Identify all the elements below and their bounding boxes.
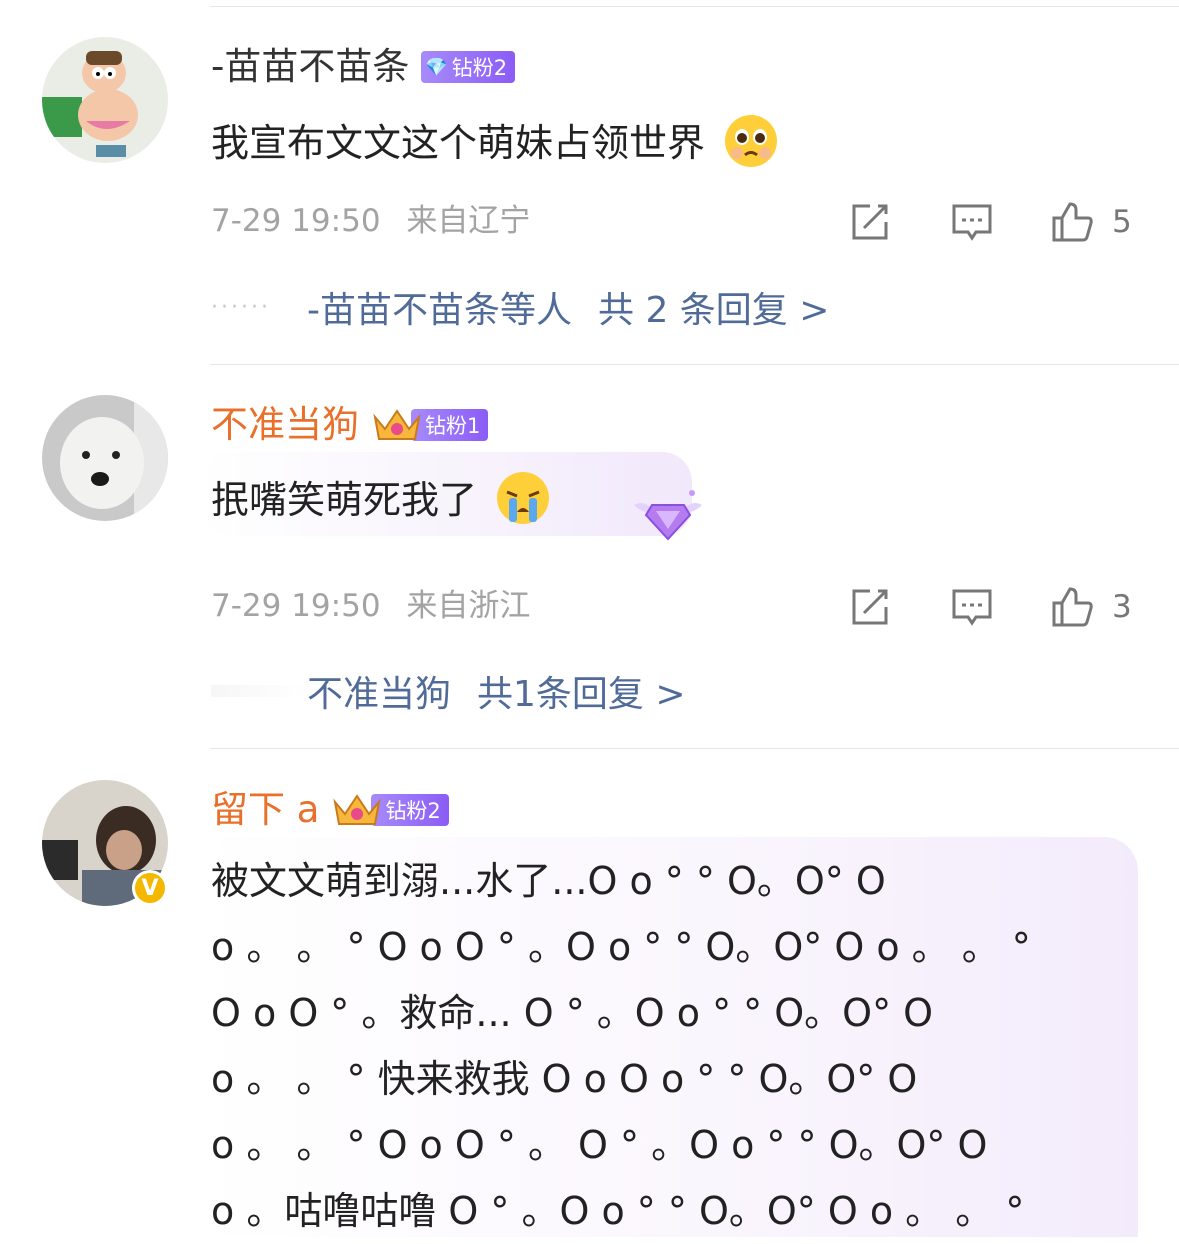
like-button[interactable]: 3 (1050, 583, 1132, 631)
share-edit-icon (852, 589, 888, 625)
thumbs-up-icon (1052, 202, 1093, 242)
reply-from[interactable]: -苗苗不苗条等人 (307, 281, 572, 333)
comment-meta: 7-29 19:50 来自辽宁 (211, 201, 530, 241)
reply-from[interactable]: 不准当狗 (307, 665, 451, 717)
timestamp: 7-29 19:50 (211, 203, 381, 239)
diamond-wing-decoration (630, 485, 706, 549)
avatar[interactable] (42, 37, 168, 163)
reply-fade-bar (211, 685, 307, 697)
comment-divider (210, 748, 1179, 749)
username[interactable]: 不准当狗 (211, 403, 359, 447)
comment-text-content: 抿嘴笑萌死我了 (211, 478, 478, 522)
thumbs-up-icon (1052, 587, 1093, 627)
repost-button[interactable] (848, 198, 892, 246)
reply-total-link[interactable]: 共 2 条回复 > (598, 281, 829, 333)
comment-divider (210, 364, 1179, 365)
reply-summary[interactable]: ······ -苗苗不苗条等人 共 2 条回复 > (211, 282, 829, 332)
pleading-face-icon (723, 113, 779, 178)
repost-button[interactable] (848, 583, 892, 631)
verified-badge: V (132, 870, 168, 906)
comment-text: 被文文萌到溺...水了...O o ° ° O。O° O o 。 。 ° O o… (211, 859, 1031, 1233)
username[interactable]: 留下 a (211, 788, 319, 832)
badge-label: 钻粉2 (451, 56, 508, 80)
crying-face-icon (495, 470, 551, 535)
like-count: 3 (1112, 589, 1132, 625)
top-divider (210, 6, 1179, 7)
name-row: 留下 a 钻粉2 (211, 785, 449, 835)
fan-badge[interactable]: 💎 钻粉2 (421, 51, 516, 83)
reply-dots: ······ (211, 294, 271, 320)
comment-button[interactable] (950, 583, 994, 631)
username[interactable]: -苗苗不苗条 (211, 45, 409, 89)
comment-text: 抿嘴笑萌死我了 (211, 470, 551, 535)
diamond-icon: 💎 (425, 56, 448, 78)
crown-icon (333, 794, 382, 825)
fan-badge[interactable]: 钻粉2 (331, 790, 449, 830)
comment-bubble-icon (952, 589, 992, 626)
badge-label: 钻粉2 (385, 799, 441, 823)
location: 来自辽宁 (406, 203, 531, 239)
action-bar: 5 (840, 198, 1140, 246)
share-edit-icon (852, 204, 888, 240)
badge-label: 钻粉1 (425, 414, 481, 438)
avatar[interactable] (42, 395, 168, 521)
comment-button[interactable] (950, 198, 994, 246)
comment-text: 我宣布文文这个萌妹占领世界 (211, 113, 779, 178)
like-count: 5 (1112, 204, 1132, 240)
comment-text-content: 我宣布文文这个萌妹占领世界 (211, 121, 706, 165)
comment-meta: 7-29 19:50 来自浙江 (211, 586, 530, 626)
reply-summary[interactable]: 不准当狗 共1条回复 > (211, 666, 686, 716)
name-row: 不准当狗 钻粉1 (211, 400, 489, 450)
crown-icon (373, 409, 421, 440)
location: 来自浙江 (406, 588, 531, 624)
like-button[interactable]: 5 (1050, 198, 1132, 246)
reply-total-link[interactable]: 共1条回复 > (477, 665, 686, 717)
comment-bubble-icon (952, 204, 992, 241)
action-bar: 3 (840, 583, 1140, 631)
fan-badge[interactable]: 钻粉1 (371, 405, 489, 445)
timestamp: 7-29 19:50 (211, 588, 381, 624)
name-row: -苗苗不苗条 💎 钻粉2 (211, 42, 516, 92)
